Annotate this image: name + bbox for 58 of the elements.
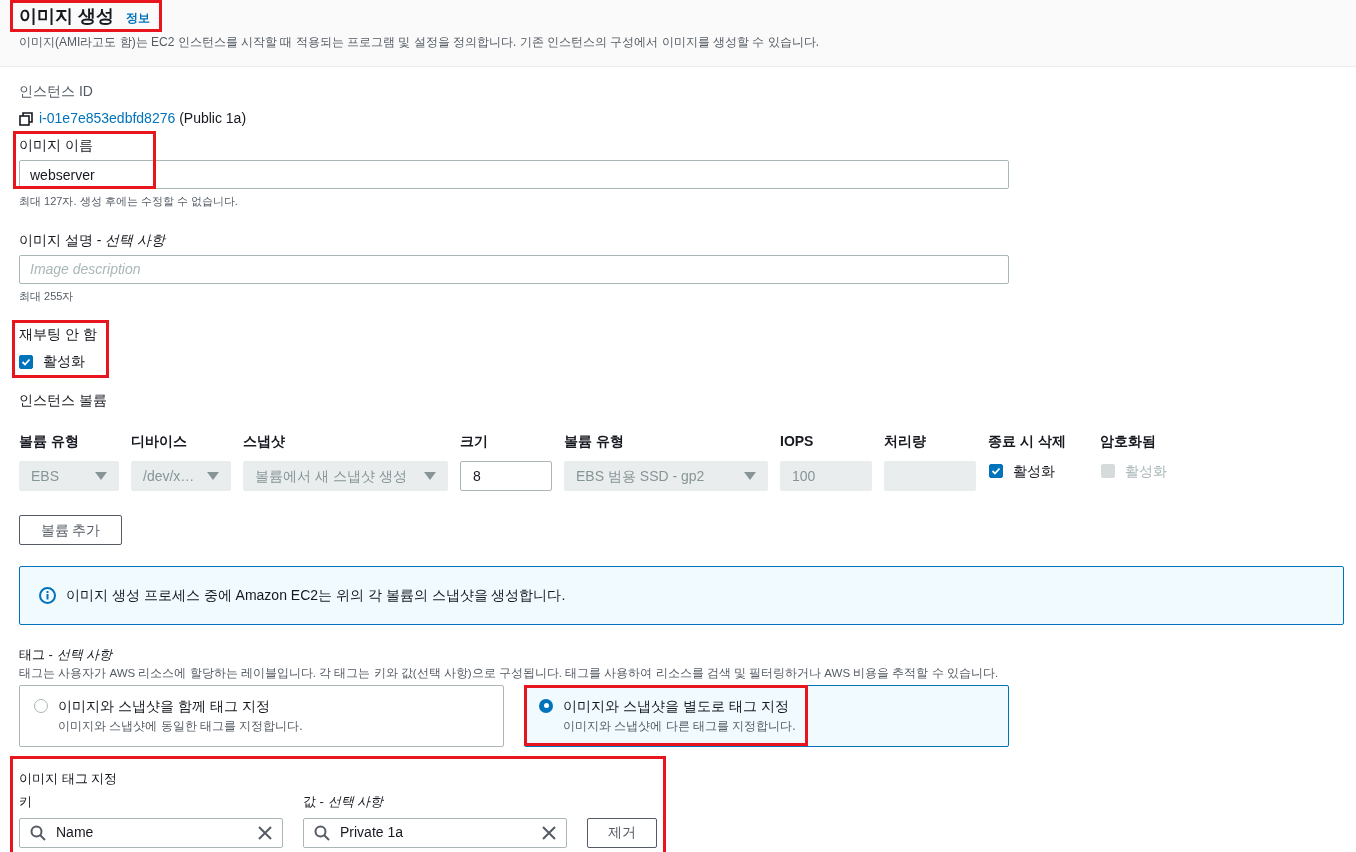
field-label: 이미지 태그 지정	[19, 769, 119, 788]
key-field[interactable]: Name	[19, 817, 283, 848]
caret-icon	[207, 472, 219, 480]
search-icon	[314, 824, 330, 841]
field-label: 값 - 선택 사항	[303, 793, 384, 812]
radio-subtitle: 이미지와 스냅샷에 다른 태그를 지정합니다.	[563, 717, 796, 735]
section-label: 인스턴스 볼륨	[19, 391, 108, 410]
field-label: 인스턴스 ID	[19, 82, 94, 101]
column-header: 암호화됨	[1100, 432, 1157, 451]
caret-icon	[744, 472, 756, 480]
column-header: 볼륨 유형	[19, 432, 80, 451]
field-label: 키	[19, 793, 33, 812]
caret-icon	[95, 472, 107, 480]
input-field[interactable]: 8	[460, 461, 552, 491]
field-description: 태그는 사용자가 AWS 리소스에 할당하는 레이블입니다. 각 태그는 키와 값(선택 사항)으로 구성됩니다. 태그를 사용하여 리소스를 검색 및 필터링하거나 AWS 비용을 추적할 수 있습니다.	[19, 665, 1000, 681]
checkbox[interactable]	[989, 464, 1003, 478]
radio-title: 이미지와 스냅샷을 함께 태그 지정	[58, 696, 271, 716]
checkbox[interactable]	[19, 354, 33, 369]
page-title: 이미지 생성	[19, 5, 114, 27]
column-header: 디바이스	[131, 432, 188, 451]
search-icon	[30, 824, 46, 841]
column-header: 스냅샷	[243, 432, 286, 451]
instance-link[interactable]: i-01e7e853edbfd8276	[39, 110, 176, 126]
radio-card[interactable]: 이미지와 스냅샷을 함께 태그 지정 이미지와 스냅샷에 동일한 태그를 지정합니다.	[19, 684, 504, 747]
checkmark-icon	[21, 356, 31, 367]
instance-zone: (Public 1a)	[179, 110, 247, 126]
field-hint: 최대 255자	[19, 288, 75, 304]
page-description: 이미지(AMI라고도 함)는 EC2 인스턴스를 시작할 때 적용되는 프로그램 및 설정을 정의합니다. 기존 인스턴스의 구성에서 이미지를 생성할 수 있습니다.	[19, 34, 820, 51]
add-volume-button[interactable]: 볼륨 추가	[19, 515, 122, 545]
field-hint: 최대 127자. 생성 후에는 수정할 수 없습니다.	[19, 194, 239, 209]
checkmark-icon	[991, 466, 1001, 476]
clear-icon[interactable]	[258, 825, 272, 840]
info-icon	[39, 587, 56, 604]
column-header: 처리량	[884, 432, 927, 451]
field-label: 이미지 이름	[19, 136, 94, 155]
checkbox-label: 활성화	[1125, 461, 1167, 481]
checkbox-label: 활성화	[43, 352, 85, 371]
copy-icon[interactable]	[19, 111, 33, 126]
caret-icon	[424, 472, 436, 480]
radio-button[interactable]	[539, 698, 553, 713]
radio-card[interactable]: 이미지와 스냅샷을 별도로 태그 지정 이미지와 스냅샷에 다른 태그를 지정합니다.	[524, 684, 1009, 747]
column-header: 종료 시 삭제	[988, 432, 1067, 451]
info-text: 이미지 생성 프로세스 중에 Amazon EC2는 위의 각 볼륨의 스냅샷을 생성합니다.	[66, 586, 566, 605]
clear-icon[interactable]	[542, 825, 556, 840]
value-field[interactable]: Private 1a	[303, 817, 567, 848]
image-description-field[interactable]: Image description	[19, 254, 1009, 284]
column-header: 볼륨 유형	[564, 432, 625, 451]
remove-button[interactable]: 제거	[587, 817, 657, 848]
info-link[interactable]: 정보	[126, 9, 150, 27]
image-name-field[interactable]: webserver	[19, 160, 1009, 189]
checkbox-label: 활성화	[1013, 461, 1055, 481]
field-label: 재부팅 안 함	[19, 325, 98, 344]
radio-title: 이미지와 스냅샷을 별도로 태그 지정	[563, 696, 790, 716]
column-header: IOPS	[780, 432, 815, 451]
field-label: 이미지 설명 - 선택 사항	[19, 230, 167, 250]
column-header: 크기	[460, 432, 489, 451]
field-label: 태그 - 선택 사항	[19, 646, 114, 664]
radio-subtitle: 이미지와 스냅샷에 동일한 태그를 지정합니다.	[58, 717, 303, 735]
